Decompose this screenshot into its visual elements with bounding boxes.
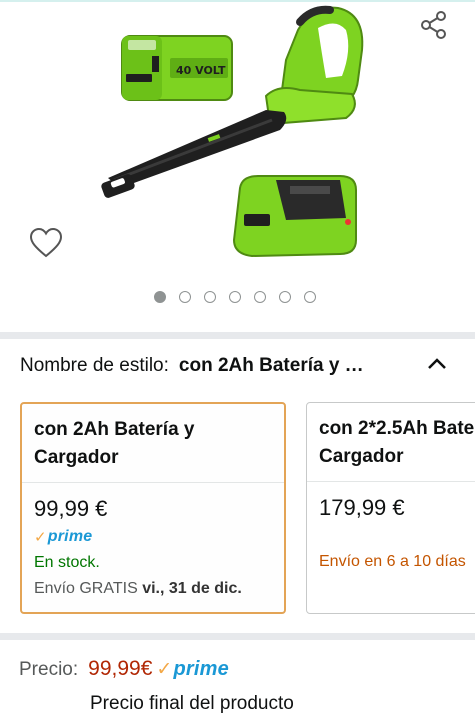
product-image[interactable]: 40 VOLT: [90, 0, 390, 280]
option-price: 99,99 €: [34, 496, 108, 521]
carousel-dot[interactable]: [304, 291, 316, 303]
style-selected-value: con 2Ah Batería y …: [178, 355, 364, 376]
section-divider: [0, 633, 475, 640]
heart-icon[interactable]: [29, 227, 63, 259]
carousel-dot[interactable]: [279, 291, 291, 303]
style-selector[interactable]: Nombre de estilo: con 2Ah Batería y …: [20, 355, 460, 383]
carousel-dots: [154, 291, 316, 305]
card-divider: [22, 482, 284, 483]
style-label: Nombre de estilo:: [20, 355, 169, 376]
carousel-dot[interactable]: [154, 291, 166, 303]
carousel-dot[interactable]: [254, 291, 266, 303]
delivery-prefix: Envío GRATIS: [34, 580, 138, 597]
card-divider: [307, 481, 475, 482]
prime-check-icon: ✓: [34, 529, 47, 546]
battery-label: 40 VOLT: [176, 64, 226, 77]
battery-image: 40 VOLT: [121, 35, 233, 101]
share-icon[interactable]: [418, 9, 450, 41]
price-value: 99,99€: [88, 657, 153, 680]
style-option-card[interactable]: con 2Ah Batería y Cargador 99,99 € ✓ prim…: [20, 402, 286, 614]
price-label: Precio:: [19, 659, 79, 680]
stock-status: En stock.: [34, 554, 100, 571]
prime-label: prime: [47, 528, 93, 545]
carousel-dot[interactable]: [204, 291, 216, 303]
option-price: 179,99 €: [319, 495, 405, 520]
prime-badge: ✓ prime: [156, 658, 229, 681]
delivery-info: Envío GRATIS vi., 31 de dic.: [34, 580, 242, 598]
final-price-note: Precio final del producto: [90, 693, 294, 714]
carousel-dot[interactable]: [229, 291, 241, 303]
prime-badge: ✓ prime: [34, 528, 92, 547]
prime-label: prime: [173, 658, 229, 680]
delivery-info: Envío en 6 a 10 días: [319, 553, 466, 570]
delivery-date: vi., 31 de dic.: [142, 580, 242, 597]
option-title: con 2*2.5Ah Batería y Cargador: [319, 418, 475, 467]
image-gallery[interactable]: 40 VOLT: [0, 0, 475, 330]
prime-check-icon: ✓: [156, 659, 173, 680]
charger-image: [232, 175, 357, 258]
section-divider: [0, 332, 475, 339]
price-summary: Precio: 99,99€ ✓ prime: [19, 657, 229, 685]
carousel-dot[interactable]: [179, 291, 191, 303]
chevron-up-icon[interactable]: [426, 356, 448, 372]
style-option-card[interactable]: con 2*2.5Ah Batería y Cargador 179,99 € …: [306, 402, 475, 614]
option-title: con 2Ah Batería y Cargador: [34, 419, 195, 468]
